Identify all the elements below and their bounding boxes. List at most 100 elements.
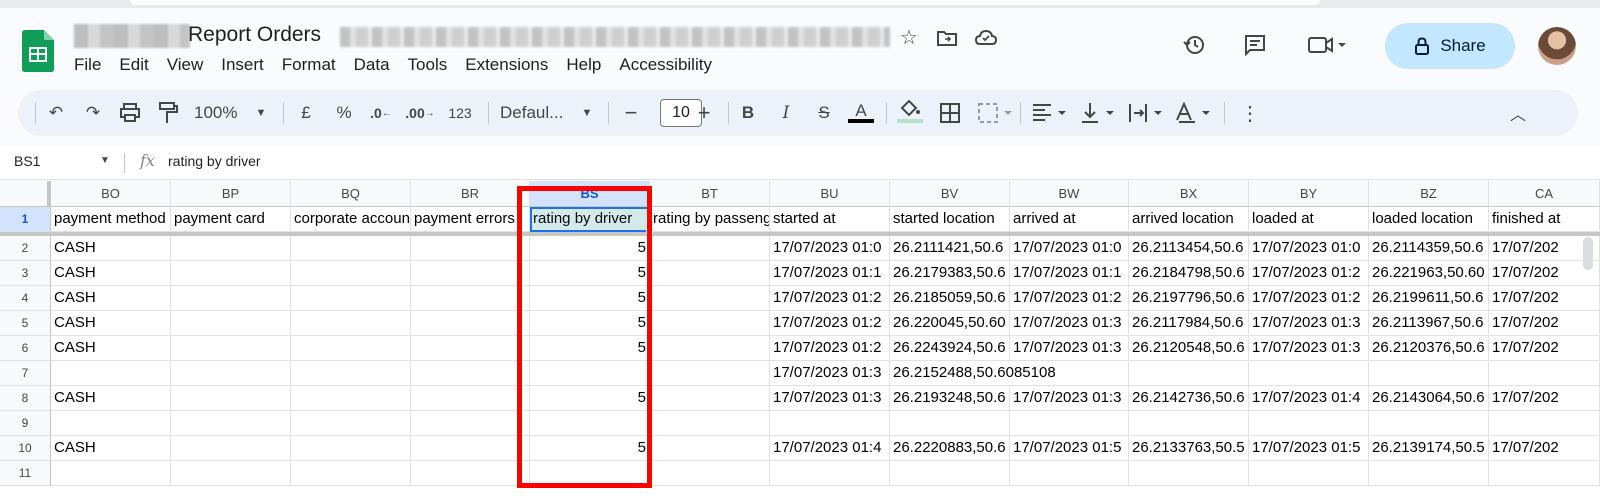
column-header-ca[interactable]: CA [1489,181,1600,207]
cell-ca6[interactable]: 17/07/202 [1489,336,1600,361]
cell-bq2[interactable] [291,236,411,261]
cell-bw1[interactable]: arrived at [1010,207,1129,232]
document-title[interactable]: Report Orders [188,23,321,47]
cell-bo11[interactable] [51,461,171,486]
row-header-7[interactable]: 7 [0,361,51,386]
merge-cells-icon[interactable] [976,90,1016,136]
cell-bo6[interactable]: CASH [51,336,171,361]
cell-bp3[interactable] [171,261,291,286]
menu-extensions[interactable]: Extensions [465,55,557,75]
print-icon[interactable] [118,90,142,136]
cell-br6[interactable] [411,336,530,361]
avatar[interactable] [1538,27,1576,65]
cell-bx3[interactable]: 26.2184798,50.6 [1129,261,1249,286]
cell-bt11[interactable] [650,461,770,486]
cell-br10[interactable] [411,436,530,461]
star-icon[interactable]: ☆ [897,26,921,50]
menu-data[interactable]: Data [354,55,399,75]
more-options-icon[interactable]: ⋮ [1240,90,1260,136]
cell-bx4[interactable]: 26.2197796,50.6 [1129,286,1249,311]
menu-edit[interactable]: Edit [119,55,157,75]
cell-bo8[interactable]: CASH [51,386,171,411]
font-family-select[interactable]: Defaul... [500,90,576,136]
cell-bw2[interactable]: 17/07/2023 01:0 [1010,236,1129,261]
cell-bu8[interactable]: 17/07/2023 01:3 [770,386,890,411]
decrease-decimal-button[interactable]: .0 ← [368,90,394,136]
row-header-2[interactable]: 2 [0,236,51,261]
cell-ca1[interactable]: finished at [1489,207,1600,232]
menu-view[interactable]: View [167,55,213,75]
cell-bv5[interactable]: 26.220045,50.60 [890,311,1010,336]
currency-format-button[interactable]: £ [296,90,316,136]
column-header-bq[interactable]: BQ [291,181,411,207]
column-header-bu[interactable]: BU [770,181,890,207]
text-color-button[interactable]: A [847,90,875,136]
strikethrough-icon[interactable]: S [812,90,836,136]
cell-by10[interactable]: 17/07/2023 01:5 [1249,436,1369,461]
cell-bw8[interactable]: 17/07/2023 01:3 [1010,386,1129,411]
cell-bw9[interactable] [1010,411,1129,436]
version-history-icon[interactable] [1182,33,1206,57]
paint-format-icon[interactable] [156,90,180,136]
cell-by5[interactable]: 17/07/2023 01:3 [1249,311,1369,336]
number-format-button[interactable]: 123 [446,90,474,136]
cell-by2[interactable]: 17/07/2023 01:0 [1249,236,1369,261]
column-header-bo[interactable]: BO [51,181,171,207]
cell-bw11[interactable] [1010,461,1129,486]
zoom-select[interactable]: 100% [194,90,250,136]
text-rotation-icon[interactable] [1174,90,1214,136]
decrease-font-size-icon[interactable]: − [620,90,642,136]
column-header-bw[interactable]: BW [1010,181,1129,207]
cell-bu3[interactable]: 17/07/2023 01:1 [770,261,890,286]
cell-bx8[interactable]: 26.2142736,50.6 [1129,386,1249,411]
cell-bt5[interactable] [650,311,770,336]
cell-bq10[interactable] [291,436,411,461]
italic-button[interactable]: I [774,90,798,136]
cell-br3[interactable] [411,261,530,286]
cell-bt1[interactable]: rating by passenger [650,207,770,232]
cell-bo10[interactable]: CASH [51,436,171,461]
cell-bx1[interactable]: arrived location [1129,207,1249,232]
address-bar[interactable] [130,0,1320,5]
formula-input[interactable]: rating by driver [168,153,261,169]
cell-br2[interactable] [411,236,530,261]
increase-decimal-button[interactable]: .00 → [405,90,434,136]
cell-bu7[interactable]: 17/07/2023 01:3 [770,361,890,386]
cell-bp9[interactable] [171,411,291,436]
cell-bq7[interactable] [291,361,411,386]
cell-bt10[interactable] [650,436,770,461]
cell-bx7[interactable] [1129,361,1249,386]
cell-br1[interactable]: payment errors [411,207,530,232]
row-header-8[interactable]: 8 [0,386,51,411]
cell-by9[interactable] [1249,411,1369,436]
cell-bt3[interactable] [650,261,770,286]
cell-bp7[interactable] [171,361,291,386]
cell-bz4[interactable]: 26.2199611,50.6 [1369,286,1489,311]
row-header-4[interactable]: 4 [0,286,51,311]
cell-bu10[interactable]: 17/07/2023 01:4 [770,436,890,461]
cell-bv3[interactable]: 26.2179383,50.6 [890,261,1010,286]
cell-bu6[interactable]: 17/07/2023 01:2 [770,336,890,361]
column-header-br[interactable]: BR [411,181,530,207]
collapse-toolbar-icon[interactable]: ︿ [1506,90,1530,136]
cell-bv9[interactable] [890,411,1010,436]
name-box[interactable]: BS1 [14,153,40,169]
cell-bu4[interactable]: 17/07/2023 01:2 [770,286,890,311]
row-header-6[interactable]: 6 [0,336,51,361]
cell-bp6[interactable] [171,336,291,361]
cell-bo7[interactable] [51,361,171,386]
row-header-9[interactable]: 9 [0,411,51,436]
column-header-bx[interactable]: BX [1129,181,1249,207]
cell-bq4[interactable] [291,286,411,311]
row-header-5[interactable]: 5 [0,311,51,336]
cell-by6[interactable]: 17/07/2023 01:3 [1249,336,1369,361]
cell-by11[interactable] [1249,461,1369,486]
percent-format-button[interactable]: % [334,90,354,136]
share-button[interactable]: Share [1385,23,1515,69]
cell-ca7[interactable] [1489,361,1600,386]
cell-bx2[interactable]: 26.2113454,50.6 [1129,236,1249,261]
cell-by8[interactable]: 17/07/2023 01:4 [1249,386,1369,411]
cell-bq1[interactable]: corporate account [291,207,411,232]
menu-format[interactable]: Format [282,55,345,75]
cell-br11[interactable] [411,461,530,486]
